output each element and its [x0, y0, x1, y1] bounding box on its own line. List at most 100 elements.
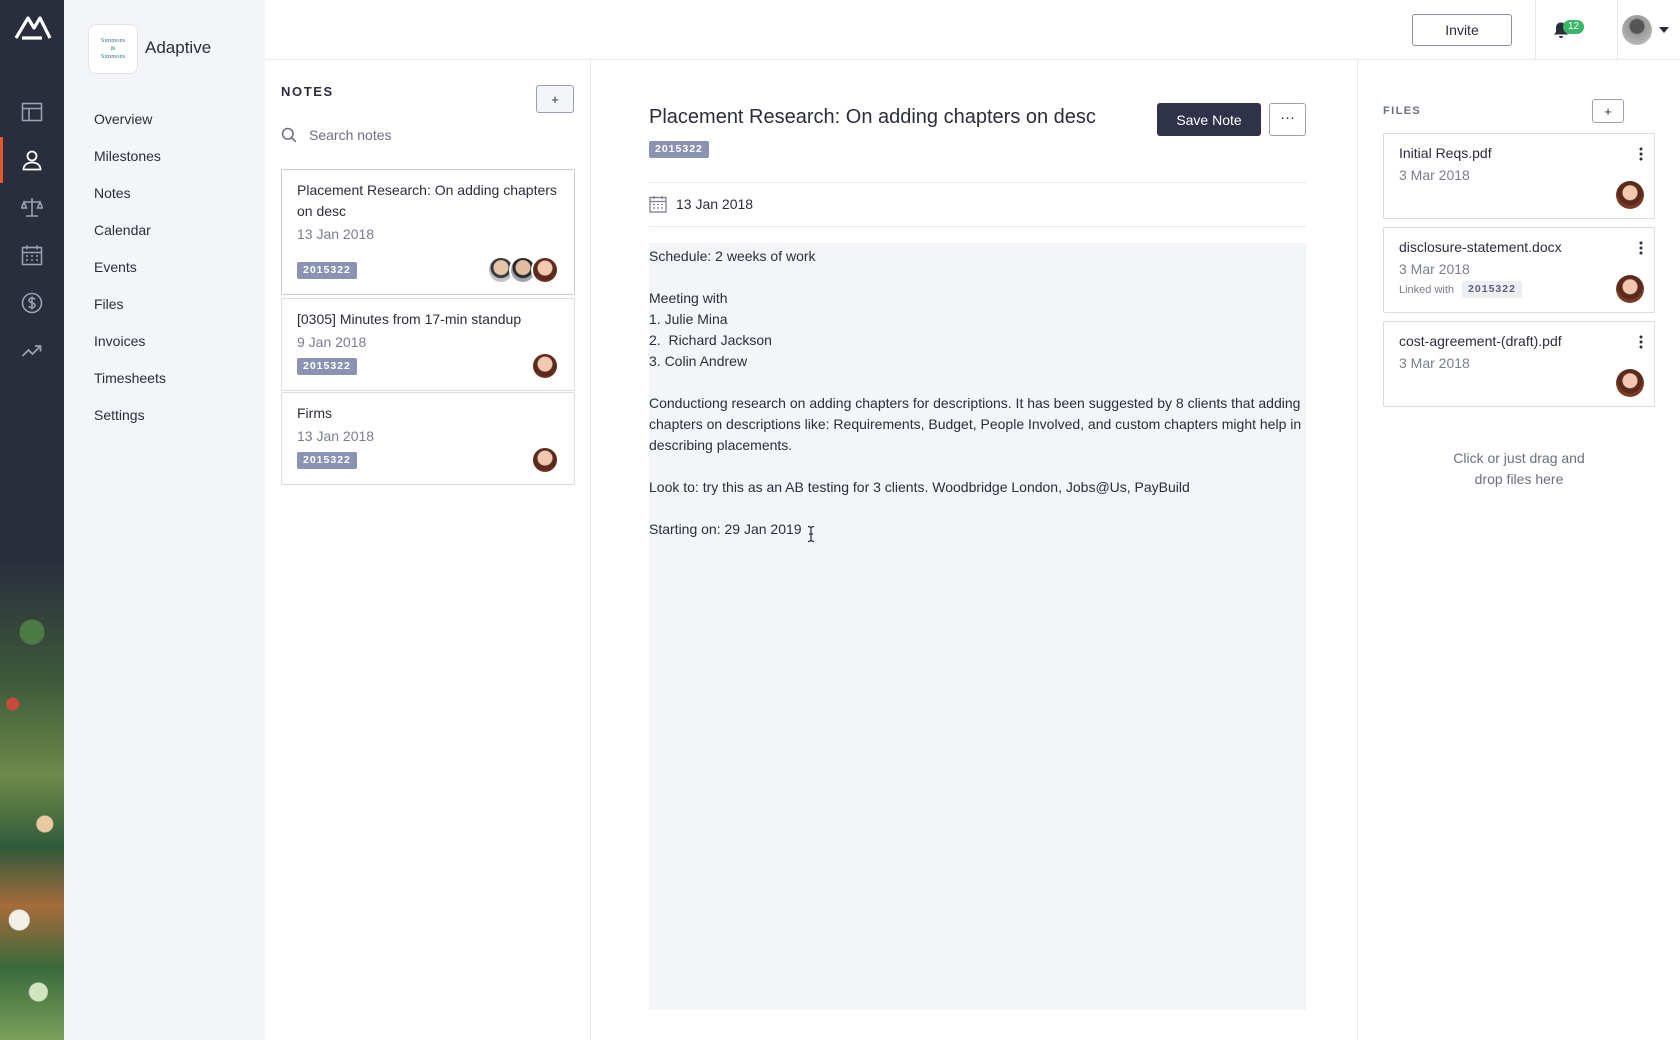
logo-text-line: Simmons: [100, 52, 126, 60]
text-cursor-icon: [807, 525, 815, 543]
note-card-date: 13 Jan 2018: [297, 428, 375, 444]
file-name: Initial Reqs.pdf: [1399, 145, 1492, 161]
note-card-footer: 2015322: [297, 446, 559, 474]
note-avatars: [531, 446, 559, 474]
note-body-line: [649, 267, 1306, 288]
note-tag: 2015322: [649, 141, 709, 158]
avatar: [1616, 369, 1644, 397]
app-logo-icon[interactable]: [12, 12, 52, 42]
notes-search: [281, 125, 549, 145]
note-body-line: Starting on: 29 Jan 2019: [649, 521, 802, 537]
invite-button[interactable]: Invite: [1412, 14, 1512, 46]
note-body-line: Conductiong research on adding chapters …: [649, 395, 1306, 453]
add-note-button[interactable]: +: [536, 85, 574, 113]
project-nav-list: Overview Milestones Notes Calendar Event…: [94, 106, 166, 439]
rail-active-indicator: [0, 137, 3, 183]
file-name: cost-agreement-(draft).pdf: [1399, 333, 1562, 349]
nav-item-overview[interactable]: Overview: [94, 106, 166, 143]
avatar: [531, 352, 559, 380]
user-avatar[interactable]: [1622, 15, 1652, 45]
topbar-divider: [1617, 0, 1618, 60]
file-card[interactable]: Initial Reqs.pdf 3 Mar 2018: [1383, 133, 1655, 219]
dollar-icon[interactable]: [20, 291, 44, 315]
note-card-footer: 2015322: [297, 256, 559, 284]
note-card[interactable]: Placement Research: On adding chapters o…: [281, 169, 575, 295]
rail-decorative-art: [0, 560, 64, 1040]
note-card-footer: 2015322: [297, 352, 559, 380]
note-body-line: 2. Richard Jackson: [649, 332, 772, 348]
nav-item-files[interactable]: Files: [94, 291, 166, 328]
nav-item-calendar[interactable]: Calendar: [94, 217, 166, 254]
file-date: 3 Mar 2018: [1399, 167, 1470, 183]
note-tag: 2015322: [297, 451, 357, 469]
note-body-textarea[interactable]: Schedule: 2 weeks of work Meeting with 1…: [649, 243, 1306, 1010]
note-avatars: [531, 352, 559, 380]
note-title[interactable]: Placement Research: On adding chapters o…: [649, 106, 1096, 129]
divider: [649, 182, 1306, 183]
file-date: 3 Mar 2018: [1399, 355, 1470, 371]
more-options-button[interactable]: ···: [1269, 103, 1306, 136]
project-logo[interactable]: Simmons & Simmons: [88, 24, 138, 74]
dashboard-icon[interactable]: [20, 100, 44, 124]
avatar: [531, 446, 559, 474]
logo-text-line: Simmons: [100, 37, 126, 45]
avatar: [1616, 275, 1644, 303]
note-body-line: [649, 498, 1306, 519]
calendar-icon[interactable]: [20, 243, 44, 267]
file-date: 3 Mar 2018: [1399, 261, 1470, 277]
files-panel: FILES + Initial Reqs.pdf 3 Mar 2018 disc…: [1357, 60, 1680, 1040]
linked-with: Linked with 2015322: [1399, 281, 1522, 298]
avatar: [1616, 181, 1644, 209]
file-drop-zone[interactable]: Click or just drag and drop files here: [1383, 448, 1655, 490]
nav-item-events[interactable]: Events: [94, 254, 166, 291]
nav-item-timesheets[interactable]: Timesheets: [94, 365, 166, 402]
kebab-menu-icon[interactable]: [1636, 146, 1646, 162]
save-note-button[interactable]: Save Note: [1157, 103, 1261, 136]
calendar-icon: [649, 196, 667, 213]
notes-panel: NOTES + Placement Research: On adding ch…: [265, 60, 591, 1040]
chevron-down-icon[interactable]: [1659, 27, 1669, 33]
note-avatars: [487, 256, 559, 284]
note-card-date: 9 Jan 2018: [297, 334, 367, 350]
divider: [649, 226, 1306, 227]
file-name: disclosure-statement.docx: [1399, 239, 1562, 255]
note-body-line: Look to: try this as an AB testing for 3…: [649, 479, 1190, 495]
note-body-line: [649, 456, 1306, 477]
nav-item-notes[interactable]: Notes: [94, 180, 166, 217]
trending-up-icon[interactable]: [20, 339, 44, 363]
person-icon[interactable]: [20, 148, 44, 172]
file-card[interactable]: cost-agreement-(draft).pdf 3 Mar 2018: [1383, 321, 1655, 407]
note-body-line: 1. Julie Mina: [649, 311, 728, 327]
project-nav: Simmons & Simmons Adaptive Overview Mile…: [64, 0, 265, 1040]
project-name: Adaptive: [145, 38, 212, 57]
notification-count-badge: 12: [1563, 20, 1585, 34]
drop-hint-line: Click or just drag and: [1453, 450, 1585, 466]
avatar: [531, 256, 559, 284]
note-body-line: Schedule: 2 weeks of work: [649, 248, 816, 264]
add-file-button[interactable]: +: [1592, 99, 1624, 123]
note-body-line: Meeting with: [649, 290, 728, 306]
note-card-title: Firms: [297, 405, 332, 421]
note-date[interactable]: 13 Jan 2018: [649, 194, 753, 214]
note-card[interactable]: [0305] Minutes from 17-min standup 9 Jan…: [281, 298, 575, 391]
logo-text-line: &: [110, 45, 116, 53]
note-card[interactable]: Firms 13 Jan 2018 2015322: [281, 392, 575, 485]
search-icon: [281, 127, 297, 143]
top-bar: Invite 12: [265, 0, 1680, 60]
nav-item-milestones[interactable]: Milestones: [94, 143, 166, 180]
notes-panel-title: NOTES: [281, 84, 334, 99]
search-input[interactable]: [309, 127, 549, 143]
note-body-line: [649, 372, 1306, 393]
note-card-date: 13 Jan 2018: [297, 226, 375, 242]
nav-item-invoices[interactable]: Invoices: [94, 328, 166, 365]
file-card[interactable]: disclosure-statement.docx 3 Mar 2018 Lin…: [1383, 227, 1655, 313]
kebab-menu-icon[interactable]: [1636, 334, 1646, 350]
drop-hint-line: drop files here: [1474, 471, 1564, 487]
note-tag: 2015322: [297, 261, 357, 279]
topbar-divider: [1535, 0, 1536, 60]
nav-item-settings[interactable]: Settings: [94, 402, 166, 439]
scales-icon[interactable]: [20, 195, 44, 219]
linked-tag: 2015322: [1462, 281, 1522, 298]
linked-with-label: Linked with: [1399, 283, 1455, 296]
kebab-menu-icon[interactable]: [1636, 240, 1646, 256]
